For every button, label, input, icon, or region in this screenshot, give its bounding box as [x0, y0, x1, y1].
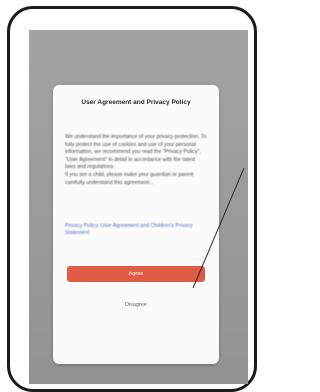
- dialog-title: User Agreement and Privacy Policy: [81, 99, 191, 106]
- dialog-paragraph-2: If you are a child, please make your gua…: [65, 171, 194, 186]
- disagree-button[interactable]: Disagree: [67, 299, 205, 311]
- dialog-body: We understand the importance of your pri…: [65, 134, 207, 187]
- policy-links[interactable]: Privacy Policy, User Agreement and Child…: [65, 223, 207, 237]
- phone-screen: User Agreement and Privacy Policy We und…: [29, 30, 248, 384]
- dialog-paragraph-1: We understand the importance of your pri…: [65, 134, 207, 171]
- agree-button[interactable]: Agree: [67, 266, 205, 282]
- privacy-dialog: User Agreement and Privacy Policy We und…: [53, 85, 219, 364]
